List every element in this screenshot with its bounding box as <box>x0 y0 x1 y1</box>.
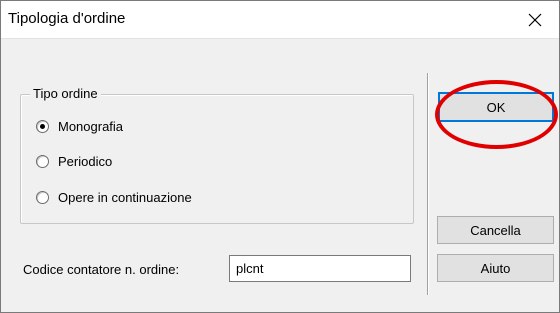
counter-label: Codice contatore n. ordine: <box>23 262 180 277</box>
group-legend: Tipo ordine <box>30 86 101 101</box>
pane-divider <box>427 73 428 295</box>
radio-label-monografia: Monografia <box>58 118 124 134</box>
cancel-button[interactable]: Cancella <box>437 216 554 244</box>
radio-opere-continuazione[interactable]: Opere in continuazione <box>36 188 192 206</box>
ok-button[interactable]: OK <box>438 92 554 122</box>
dialog-title: Tipologia d'ordine <box>8 10 126 27</box>
radio-periodico[interactable]: Periodico <box>36 152 112 170</box>
title-bar[interactable]: Tipologia d'ordine <box>1 1 559 39</box>
radio-label-opere: Opere in continuazione <box>58 189 192 205</box>
radio-button[interactable] <box>36 154 49 168</box>
counter-code-input[interactable] <box>229 255 411 282</box>
close-button[interactable] <box>511 1 559 38</box>
radio-button[interactable] <box>36 190 49 204</box>
close-icon <box>528 13 542 26</box>
radio-label-periodico: Periodico <box>58 153 113 169</box>
radio-button-checked[interactable] <box>36 119 49 133</box>
radio-monografia[interactable]: Monografia <box>36 117 123 135</box>
help-button[interactable]: Aiuto <box>437 254 554 282</box>
